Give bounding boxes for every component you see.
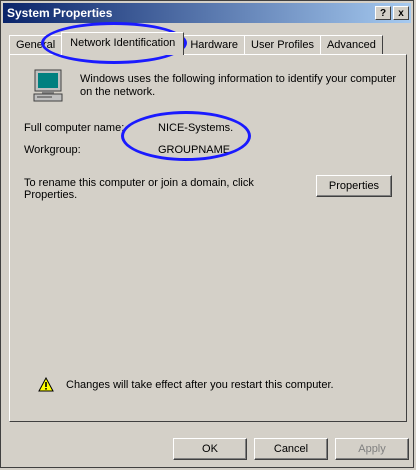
help-button[interactable]: ? bbox=[375, 6, 391, 20]
ok-button[interactable]: OK bbox=[173, 438, 247, 460]
apply-button[interactable]: Apply bbox=[335, 438, 409, 460]
full-computer-name-value: NICE-Systems. bbox=[158, 122, 234, 134]
computer-icon bbox=[33, 69, 63, 102]
tab-general[interactable]: General bbox=[9, 35, 63, 55]
intro-text: Windows uses the following information t… bbox=[80, 73, 397, 98]
restart-warning-text: Changes will take effect after you resta… bbox=[66, 379, 334, 391]
rename-instructions: To rename this computer or join a domain… bbox=[24, 177, 254, 201]
tab-network-identification[interactable]: Network Identification bbox=[61, 32, 185, 55]
close-button[interactable]: x bbox=[393, 6, 409, 20]
workgroup-label: Workgroup: bbox=[24, 144, 81, 156]
tab-hardware[interactable]: Hardware bbox=[183, 35, 245, 55]
title-bar[interactable]: System Properties ? x bbox=[3, 3, 411, 23]
window-title: System Properties bbox=[7, 6, 113, 20]
cancel-button[interactable]: Cancel bbox=[254, 438, 328, 460]
system-properties-window: System Properties ? x General Network Id… bbox=[0, 0, 414, 468]
workgroup-value: GROUPNAME bbox=[158, 144, 231, 156]
tab-user-profiles[interactable]: User Profiles bbox=[244, 35, 321, 55]
tab-advanced[interactable]: Advanced bbox=[319, 35, 383, 55]
properties-button[interactable]: Properties bbox=[316, 175, 392, 197]
network-identification-panel: Windows uses the following information t… bbox=[9, 54, 407, 422]
tab-strip: General Network Identification Hardware … bbox=[9, 32, 383, 55]
full-computer-name-label: Full computer name: bbox=[24, 122, 125, 134]
warning-icon bbox=[38, 377, 54, 392]
